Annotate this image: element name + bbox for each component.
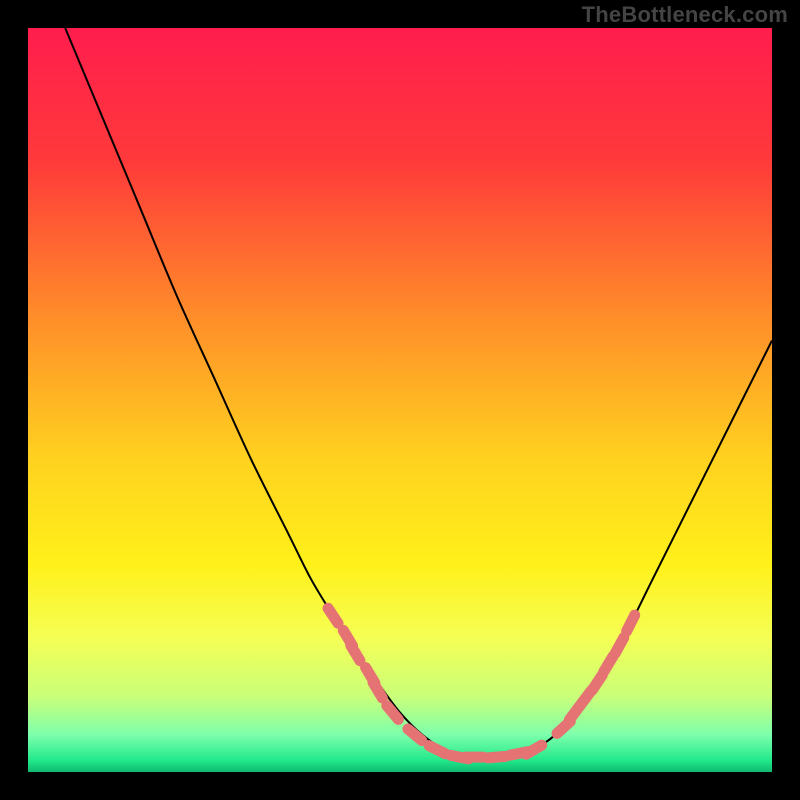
watermark-text: TheBottleneck.com bbox=[582, 2, 788, 28]
marker-dot bbox=[429, 746, 445, 754]
chart-frame: TheBottleneck.com bbox=[0, 0, 800, 800]
marker-dot bbox=[488, 756, 506, 757]
marker-dot bbox=[615, 638, 624, 654]
bottleneck-plot bbox=[28, 28, 772, 772]
gradient-background bbox=[28, 28, 772, 772]
marker-dot bbox=[526, 745, 542, 754]
marker-dot bbox=[627, 615, 635, 631]
